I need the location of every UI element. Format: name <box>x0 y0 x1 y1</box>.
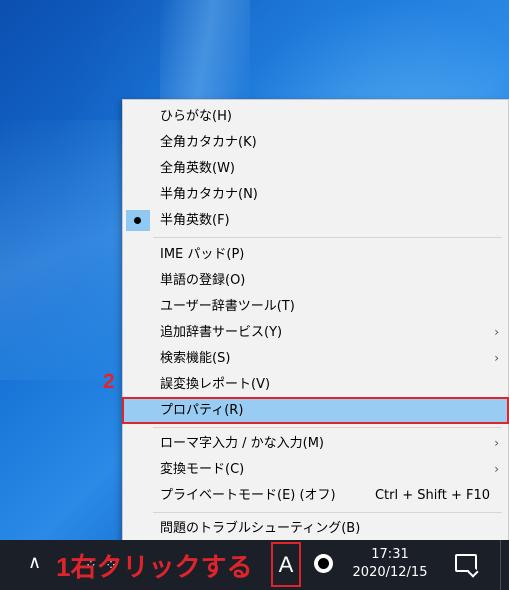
menu-item-hankaku-eisu[interactable]: 半角英数(F) <box>123 208 508 233</box>
menu-item-hiragana[interactable]: ひらがな(H) <box>123 104 508 129</box>
wallpaper-light-beam <box>0 120 140 380</box>
chevron-right-icon: › <box>494 351 499 365</box>
menu-separator <box>153 512 502 513</box>
ime-context-menu: ひらがな(H) 全角カタカナ(K) 全角英数(W) 半角カタカナ(N) 半角英数… <box>122 99 509 541</box>
show-desktop-button[interactable] <box>500 540 509 590</box>
clock-time: 17:31 <box>371 547 409 562</box>
menu-item-hankaku-katakana[interactable]: 半角カタカナ(N) <box>123 182 508 207</box>
menu-item-ime-pad[interactable]: IME パッド(P) <box>123 242 508 267</box>
menu-item-search-function[interactable]: 検索機能(S) › <box>123 346 508 371</box>
menu-item-misconversion-report[interactable]: 誤変換レポート(V) <box>123 372 508 397</box>
menu-item-additional-dictionary[interactable]: 追加辞書サービス(Y) › <box>123 320 508 345</box>
clock[interactable]: 17:31 2020/12/15 <box>345 546 435 582</box>
menu-item-troubleshooting[interactable]: 問題のトラブルシューティング(B) <box>123 516 508 541</box>
menu-item-properties[interactable]: プロパティ(R) <box>122 397 509 424</box>
show-hidden-icons-button[interactable]: ∧ <box>28 552 41 573</box>
ime-mode-icon[interactable]: A <box>271 542 301 587</box>
menu-separator <box>153 427 502 428</box>
wallpaper-light-beam <box>160 0 250 100</box>
chevron-right-icon: › <box>494 325 499 339</box>
menu-item-user-dictionary-tool[interactable]: ユーザー辞書ツール(T) <box>123 294 508 319</box>
chevron-right-icon: › <box>494 462 499 476</box>
menu-separator <box>153 237 502 238</box>
selected-bullet-icon <box>126 210 150 231</box>
chevron-right-icon: › <box>494 436 499 450</box>
menu-item-zenkaku-katakana[interactable]: 全角カタカナ(K) <box>123 130 508 155</box>
notification-icon[interactable] <box>455 554 477 572</box>
step1-badge: 1右クリックする <box>56 547 252 584</box>
step2-badge: 2 <box>103 370 115 393</box>
step1-number: 1 <box>56 552 71 582</box>
menu-item-conversion-mode[interactable]: 変換モード(C) › <box>123 457 508 482</box>
menu-item-input-method[interactable]: ローマ字入力 / かな入力(M) › <box>123 431 508 456</box>
menu-item-zenkaku-eisu[interactable]: 全角英数(W) <box>123 156 508 181</box>
menu-item-word-register[interactable]: 単語の登録(O) <box>123 268 508 293</box>
clock-date: 2020/12/15 <box>352 565 428 580</box>
app-tray-icon[interactable] <box>314 554 333 573</box>
menu-item-private-mode[interactable]: プライベートモード(E) (オフ) Ctrl + Shift + F10 <box>123 483 508 508</box>
step1-instruction: 右クリックする <box>70 552 253 582</box>
private-mode-shortcut: Ctrl + Shift + F10 <box>374 488 490 503</box>
